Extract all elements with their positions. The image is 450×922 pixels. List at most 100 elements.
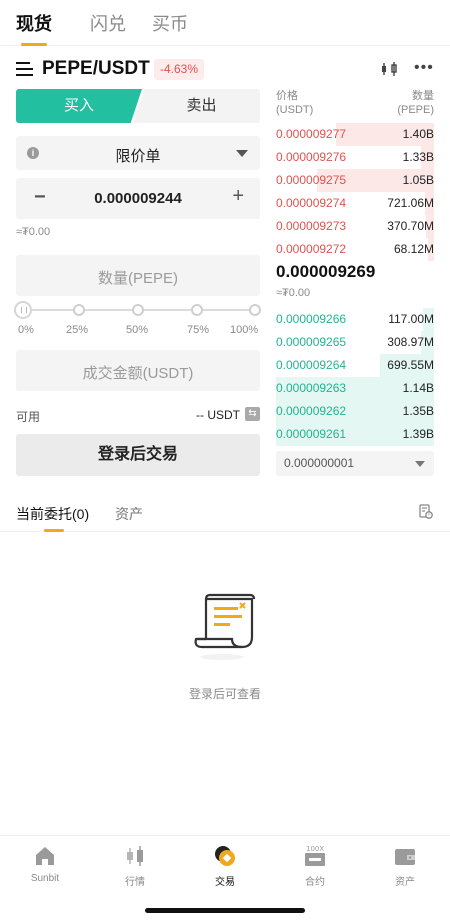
ask-quantity: 1.40B	[402, 127, 434, 141]
nav-label: 行情	[125, 877, 145, 888]
bid-price: 0.000009261	[276, 427, 347, 441]
amount-input[interactable]: 成交金额(USDT)	[16, 350, 260, 391]
ask-price: 0.000009273	[276, 219, 347, 233]
bid-price: 0.000009265	[276, 335, 347, 349]
ask-row[interactable]: 0.000009277 1.40B	[276, 123, 434, 146]
slider-step-100[interactable]	[249, 304, 261, 316]
slider-label: 75%	[187, 324, 210, 336]
nav-markets[interactable]: 行情	[90, 836, 180, 896]
nav-assets[interactable]: 资产	[360, 836, 450, 896]
ask-quantity: 721.06M	[387, 196, 434, 210]
tab-spot[interactable]: 现货	[16, 10, 52, 36]
bid-row[interactable]: 0.000009264 699.55M	[276, 354, 434, 377]
price-stepper[interactable]: − 0.000009244 +	[16, 178, 260, 219]
empty-state-text: 登录后可查看	[188, 687, 261, 701]
bid-row[interactable]: 0.000009262 1.35B	[276, 400, 434, 423]
svg-text:100X: 100X	[306, 845, 324, 853]
last-price-approx: ≈₮0.00	[276, 287, 311, 299]
slider-step-50[interactable]	[132, 304, 144, 316]
tab-open-orders[interactable]: 当前委托(0)	[16, 504, 89, 524]
tab-assets[interactable]: 资产	[115, 504, 143, 524]
slider-label: 100%	[230, 324, 259, 336]
sell-tab-button[interactable]: 卖出	[133, 89, 260, 123]
bid-quantity: 1.39B	[402, 427, 434, 441]
slider-label: 50%	[126, 324, 149, 336]
candlestick-icon	[127, 846, 143, 866]
amount-placeholder: 成交金额(USDT)	[82, 365, 194, 382]
ask-row[interactable]: 0.000009274 721.06M	[276, 192, 434, 215]
qty-header-unit: (PEPE)	[397, 104, 434, 116]
ask-price: 0.000009272	[276, 242, 347, 256]
ask-quantity: 370.70M	[387, 219, 434, 233]
increase-price-button[interactable]: +	[232, 185, 244, 208]
bid-row[interactable]: 0.000009265 308.97M	[276, 331, 434, 354]
precision-select[interactable]: 0.000000001	[276, 451, 434, 476]
precision-value: 0.000000001	[284, 456, 355, 470]
transfer-icon[interactable]: ⇆	[245, 407, 260, 421]
more-icon[interactable]: •••	[414, 59, 434, 77]
ask-row[interactable]: 0.000009276 1.33B	[276, 146, 434, 169]
bid-price: 0.000009266	[276, 312, 347, 326]
bid-row[interactable]: 0.000009263 1.14B	[276, 377, 434, 400]
price-input[interactable]: 0.000009244	[16, 190, 260, 207]
bid-price: 0.000009262	[276, 404, 347, 418]
ask-price: 0.000009277	[276, 127, 347, 141]
slider-handle[interactable]	[14, 301, 32, 319]
bid-quantity: 1.35B	[402, 404, 434, 418]
orderbook-qty-header: 数量 (PEPE)	[397, 89, 434, 117]
buy-tab-button[interactable]: 买入	[16, 89, 142, 123]
pair-name[interactable]: PEPE/USDT	[42, 58, 150, 80]
bid-price: 0.000009263	[276, 381, 347, 395]
bid-quantity: 308.97M	[387, 335, 434, 349]
menu-icon[interactable]	[16, 62, 33, 78]
orderbook-price-header: 价格 (USDT)	[276, 89, 313, 117]
nav-label: 资产	[395, 877, 415, 888]
order-history-icon[interactable]	[419, 504, 433, 519]
top-tab-bar: 现货 闪兑 买币	[0, 0, 450, 46]
bottom-nav: Sunbit 行情 交易 100X 合约 资产	[0, 835, 450, 895]
tab-buy-crypto[interactable]: 买币	[152, 10, 188, 36]
nav-label: Sunbit	[30, 873, 60, 884]
nav-trade[interactable]: 交易	[180, 836, 270, 896]
price-change-badge: -4.63%	[154, 59, 205, 80]
buy-sell-toggle: 买入 卖出	[16, 89, 260, 123]
ask-quantity: 1.05B	[402, 173, 434, 187]
pair-header: PEPE/USDT -4.63% •••	[0, 56, 450, 84]
last-price[interactable]: 0.000009269	[276, 262, 375, 282]
nav-label: 交易	[215, 877, 235, 888]
slider-label: 0%	[18, 324, 34, 336]
available-label: 可用	[16, 410, 41, 424]
qty-header-label: 数量	[412, 90, 434, 102]
caret-down-icon	[415, 461, 425, 467]
login-to-trade-button[interactable]: 登录后交易	[16, 434, 260, 476]
percent-slider[interactable]: 0% 25% 50% 75% 100%	[14, 301, 261, 341]
slider-step-75[interactable]	[191, 304, 203, 316]
slider-step-25[interactable]	[73, 304, 85, 316]
ask-row[interactable]: 0.000009272 68.12M	[276, 238, 434, 261]
home-indicator	[145, 908, 305, 913]
home-icon	[36, 847, 54, 865]
bid-quantity: 699.55M	[387, 358, 434, 372]
orders-tab-indicator	[44, 529, 64, 532]
available-value: -- USDT	[196, 408, 240, 422]
tab-flash-swap[interactable]: 闪兑	[90, 10, 126, 36]
bid-row[interactable]: 0.000009261 1.39B	[276, 423, 434, 446]
ask-quantity: 68.12M	[393, 242, 434, 256]
nav-contract[interactable]: 100X 合约	[270, 836, 360, 896]
price-header-unit: (USDT)	[276, 104, 314, 116]
ask-row[interactable]: 0.000009275 1.05B	[276, 169, 434, 192]
ask-price: 0.000009275	[276, 173, 347, 187]
chart-settings-icon[interactable]	[381, 62, 399, 76]
ask-price: 0.000009274	[276, 196, 347, 210]
orders-tab-bar: 当前委托(0) 资产	[0, 496, 450, 532]
quantity-input[interactable]: 数量(PEPE)	[16, 255, 260, 296]
ask-row[interactable]: 0.000009273 370.70M	[276, 215, 434, 238]
bid-row[interactable]: 0.000009266 117.00M	[276, 308, 434, 331]
bid-price: 0.000009264	[276, 358, 347, 372]
ask-quantity: 1.33B	[402, 150, 434, 164]
order-type-label: 限价单	[115, 148, 161, 165]
nav-home[interactable]: Sunbit	[0, 836, 90, 896]
active-tab-indicator	[21, 43, 47, 46]
contract-icon: 100X	[305, 845, 325, 866]
order-type-select[interactable]: i 限价单	[16, 136, 260, 170]
